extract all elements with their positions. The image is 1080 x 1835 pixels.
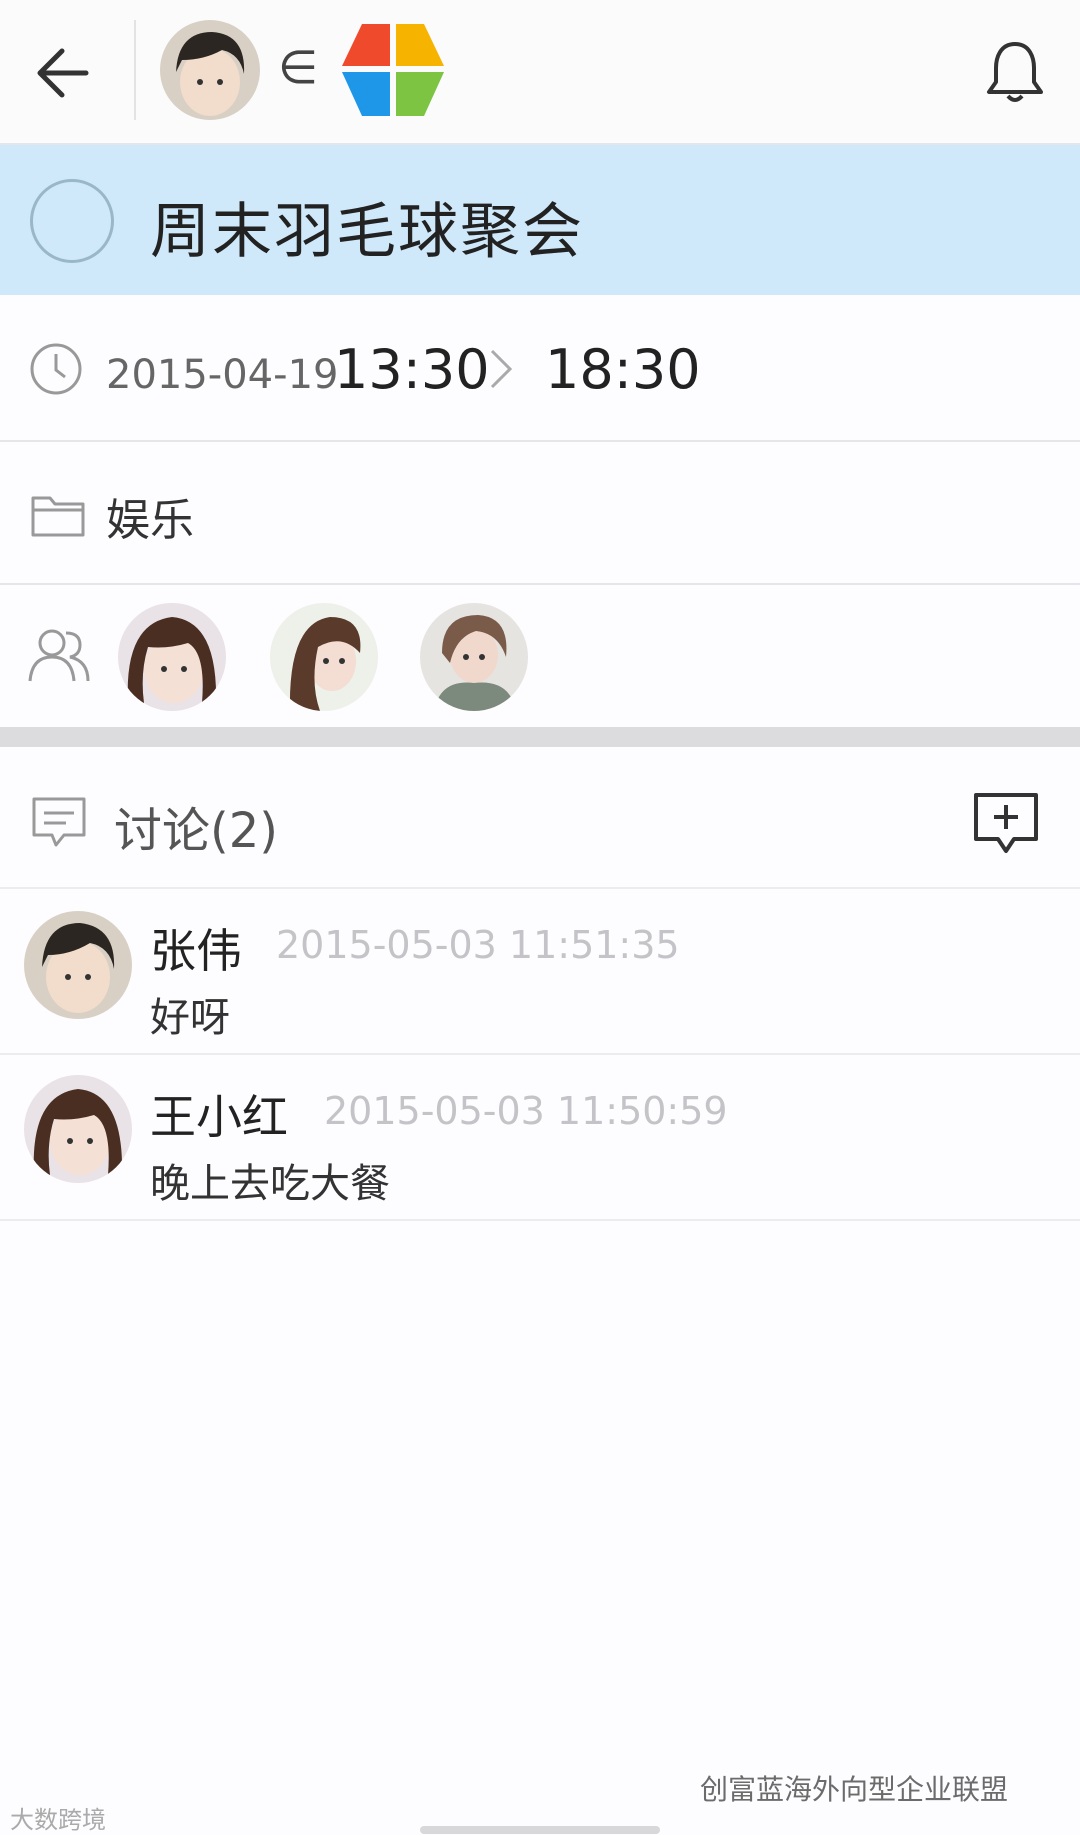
watermark-right: 创富蓝海外向型企业联盟 <box>700 1773 1009 1806</box>
home-indicator <box>420 1826 660 1834</box>
commenter-name: 张伟 <box>150 924 242 978</box>
clock-icon <box>28 341 84 397</box>
comment-item[interactable]: 张伟 2015-05-03 11:51:35 好呀 <box>0 889 1080 1055</box>
event-title[interactable]: 周末羽毛球聚会 <box>150 183 584 270</box>
comment-timestamp: 2015-05-03 11:50:59 <box>324 1089 728 1133</box>
people-icon <box>26 625 92 685</box>
folder-icon <box>30 490 86 538</box>
comment-item[interactable]: 王小红 2015-05-03 11:50:59 晚上去吃大餐 <box>0 1055 1080 1221</box>
top-bar: ∈ <box>0 0 1080 145</box>
chevron-right-icon <box>486 347 516 391</box>
comment-timestamp: 2015-05-03 11:51:35 <box>276 923 680 967</box>
category-row[interactable]: 娱乐 <box>0 442 1080 585</box>
start-time: 13:30 <box>334 338 490 401</box>
event-date: 2015-04-19 <box>106 352 339 398</box>
participant-avatar[interactable] <box>118 603 226 711</box>
time-row[interactable]: 2015-04-19 13:30 18:30 <box>0 297 1080 442</box>
watermark-left: 大数跨境 <box>10 1806 106 1834</box>
complete-checkbox[interactable] <box>30 179 114 263</box>
comment-icon <box>30 793 88 851</box>
back-arrow-icon[interactable] <box>30 38 110 108</box>
participants-row[interactable] <box>0 585 1080 725</box>
belongs-to-symbol: ∈ <box>278 40 319 94</box>
divider <box>134 20 136 120</box>
owner-avatar[interactable] <box>160 20 260 120</box>
event-title-band: 周末羽毛球聚会 <box>0 145 1080 295</box>
bell-icon[interactable] <box>980 36 1050 106</box>
participant-avatar[interactable] <box>420 603 528 711</box>
comment-text: 好呀 <box>150 995 230 1041</box>
participant-avatar[interactable] <box>270 603 378 711</box>
commenter-avatar[interactable] <box>24 911 132 1019</box>
commenter-name: 王小红 <box>150 1090 288 1144</box>
category-label: 娱乐 <box>106 495 194 546</box>
discussion-title: 讨论(2) <box>114 803 278 859</box>
add-comment-icon[interactable] <box>972 789 1040 857</box>
discussion-header: 讨论(2) <box>0 747 1080 889</box>
team-logo-icon[interactable] <box>338 20 448 120</box>
end-time: 18:30 <box>545 338 701 401</box>
commenter-avatar[interactable] <box>24 1075 132 1183</box>
comment-text: 晚上去吃大餐 <box>150 1161 390 1207</box>
section-separator <box>0 727 1080 747</box>
